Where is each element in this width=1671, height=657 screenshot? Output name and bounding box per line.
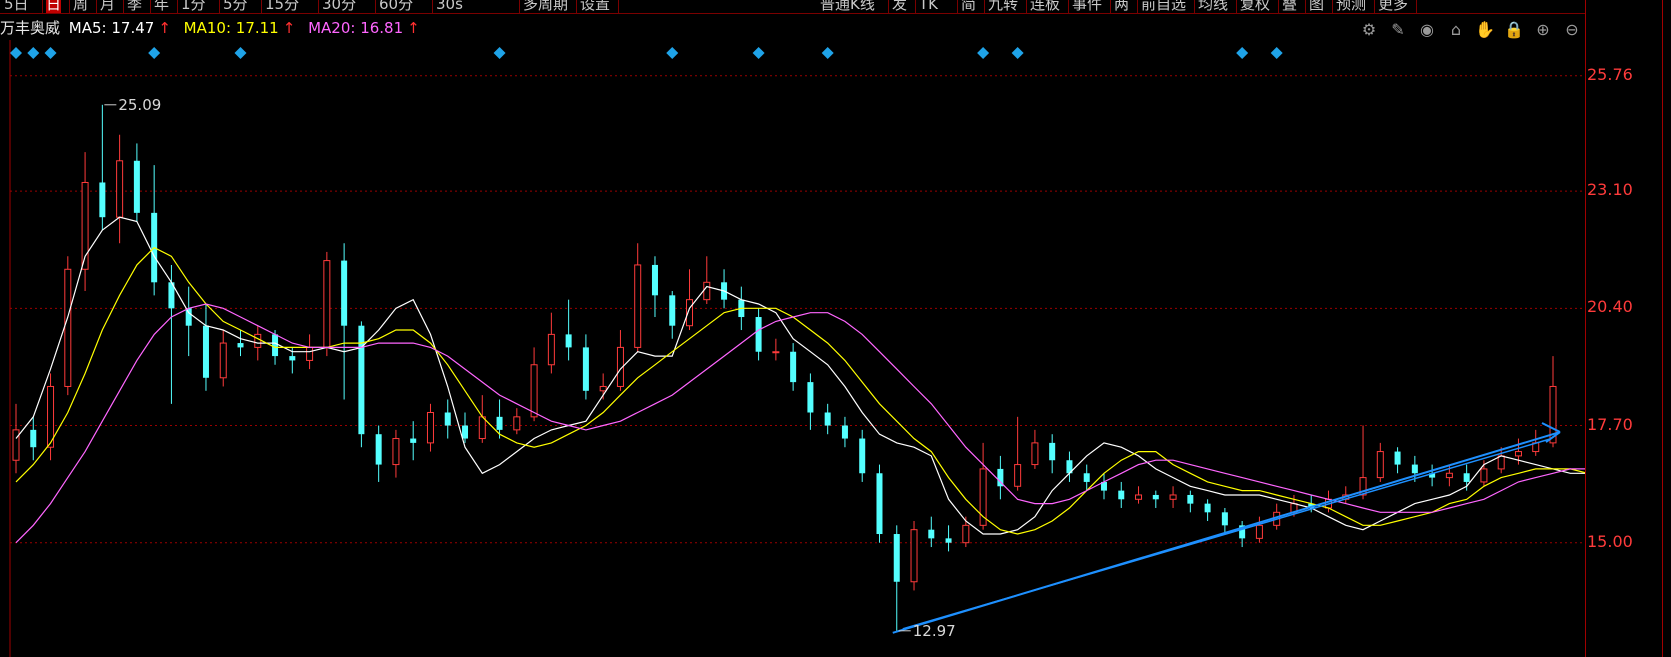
candle-body [237, 343, 244, 348]
event-marker [27, 47, 40, 59]
candle-body [1169, 494, 1177, 500]
candle-body [12, 429, 20, 461]
candle-body [1255, 524, 1263, 539]
candle-body [859, 438, 866, 474]
event-marker [1236, 47, 1249, 59]
candle-body [272, 334, 279, 357]
right-edge-bar [1662, 0, 1671, 657]
candle-body [599, 385, 607, 392]
candle-body [1445, 472, 1453, 479]
candle-body [133, 160, 140, 213]
candle-body [824, 412, 831, 426]
candle-body [651, 264, 658, 296]
candle-body [185, 308, 192, 326]
candle-body [341, 260, 348, 326]
y-tick-label: 20.40 [1587, 297, 1633, 317]
candle-body [306, 346, 314, 361]
candle-body [496, 416, 503, 430]
candle-body [410, 438, 417, 443]
candle-body [876, 473, 883, 535]
candle-body [1497, 455, 1505, 470]
y-tick-label: 17.70 [1587, 414, 1633, 434]
candle-body [945, 538, 952, 543]
event-marker [1011, 47, 1024, 59]
candle-body [1152, 494, 1159, 500]
candle-body [1463, 473, 1470, 482]
candle-body [513, 416, 521, 431]
candle-body [462, 425, 469, 439]
event-marker [10, 47, 22, 59]
y-tick-label: 25.76 [1587, 64, 1633, 84]
candle-body [772, 351, 780, 354]
candle-body [1204, 503, 1211, 513]
candle-body [582, 347, 589, 391]
candle-body [375, 434, 382, 465]
candle-body [1049, 442, 1056, 461]
candle-body [1514, 451, 1522, 457]
candle-body [910, 529, 918, 583]
price-axis [1585, 0, 1671, 657]
candle-body [530, 364, 538, 418]
candle-body [634, 264, 642, 348]
ma5-line [15, 216, 1585, 535]
ma20-line [15, 303, 1585, 544]
candle-body [1187, 494, 1194, 504]
candle-body [790, 351, 797, 383]
candle-body [669, 295, 676, 326]
low-price-label: 12.97 [913, 622, 956, 640]
candle-body [323, 260, 331, 348]
candle-body [426, 412, 434, 444]
candle-body [841, 425, 848, 439]
y-tick-label: 23.10 [1587, 180, 1633, 200]
kline-chart[interactable]: 25.09 12.97 [0, 0, 1585, 657]
candle-body [755, 317, 762, 352]
candle-body [1031, 442, 1039, 466]
event-marker [752, 47, 765, 59]
candle-body [565, 334, 572, 348]
candle-body [64, 268, 72, 387]
candle-body [807, 382, 814, 413]
candle-body [1014, 464, 1022, 487]
candle-body [1411, 464, 1418, 474]
y-tick-label: 15.00 [1587, 531, 1633, 551]
candle-body [99, 182, 106, 218]
ma10-line [15, 246, 1585, 535]
candle-body [392, 438, 400, 466]
event-marker [977, 47, 990, 59]
candle-body [444, 412, 451, 426]
candle-body [1394, 451, 1401, 465]
candle-body [202, 325, 209, 378]
candle-body [254, 333, 262, 348]
candle-body [1135, 494, 1143, 500]
event-marker [234, 47, 247, 59]
high-price-label: 25.09 [118, 96, 161, 114]
candle-body [928, 529, 935, 539]
candle-body [1118, 490, 1125, 500]
candle-body [703, 281, 711, 301]
candle-body [478, 416, 486, 440]
candle-body [893, 534, 900, 582]
candle-body [30, 429, 37, 448]
candle-body [1376, 451, 1384, 479]
event-marker [493, 47, 506, 59]
event-marker [1270, 47, 1283, 59]
candle-body [289, 356, 296, 361]
event-marker [666, 47, 679, 59]
candle-body [219, 342, 227, 379]
candle-body [1480, 468, 1488, 483]
candle-body [547, 333, 555, 366]
candle-body [1083, 473, 1090, 482]
candle-body [1221, 512, 1228, 526]
event-marker [148, 47, 161, 59]
event-marker [44, 47, 57, 59]
event-marker [821, 47, 834, 59]
candle-body [962, 524, 970, 544]
candle-body [116, 160, 124, 218]
